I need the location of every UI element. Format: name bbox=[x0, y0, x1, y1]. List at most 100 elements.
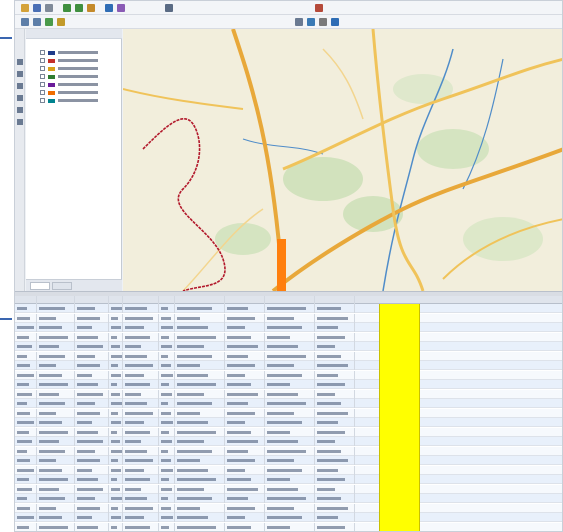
layer-item[interactable] bbox=[40, 97, 98, 104]
table-cell[interactable] bbox=[75, 342, 109, 351]
table-cell[interactable] bbox=[37, 332, 75, 342]
table-cell[interactable] bbox=[37, 304, 75, 313]
table-cell[interactable] bbox=[159, 446, 175, 456]
table-cell[interactable] bbox=[315, 494, 355, 503]
table-cell[interactable] bbox=[225, 351, 265, 361]
table-cell[interactable] bbox=[175, 522, 225, 531]
table-cell[interactable] bbox=[175, 427, 225, 437]
table-cell[interactable] bbox=[75, 361, 109, 370]
open-file-icon[interactable] bbox=[21, 4, 29, 12]
table-cell[interactable] bbox=[123, 437, 159, 446]
table-cell[interactable] bbox=[109, 456, 123, 465]
table-cell[interactable] bbox=[37, 465, 75, 475]
table-cell[interactable] bbox=[225, 332, 265, 342]
table-cell[interactable] bbox=[159, 304, 175, 313]
table-cell[interactable] bbox=[37, 446, 75, 456]
table-cell[interactable] bbox=[159, 484, 175, 494]
table-cell[interactable] bbox=[123, 475, 159, 484]
table-cell[interactable] bbox=[265, 323, 315, 332]
table-cell[interactable] bbox=[175, 456, 225, 465]
table-cell[interactable] bbox=[225, 456, 265, 465]
table-cell[interactable] bbox=[75, 513, 109, 522]
table-cell[interactable] bbox=[265, 351, 315, 361]
table-cell[interactable] bbox=[109, 484, 123, 494]
layer-item[interactable] bbox=[40, 57, 98, 64]
table-cell[interactable] bbox=[265, 389, 315, 399]
table-row[interactable] bbox=[15, 513, 562, 522]
zoom-out-icon[interactable] bbox=[75, 4, 83, 12]
table-cell[interactable] bbox=[15, 465, 37, 475]
table-cell[interactable] bbox=[175, 313, 225, 323]
table-cell[interactable] bbox=[265, 437, 315, 446]
table-cell[interactable] bbox=[75, 456, 109, 465]
table-cell[interactable] bbox=[123, 427, 159, 437]
table-cell[interactable] bbox=[75, 465, 109, 475]
table-cell[interactable] bbox=[265, 313, 315, 323]
table-cell[interactable] bbox=[123, 351, 159, 361]
table-cell[interactable] bbox=[265, 446, 315, 456]
table-cell[interactable] bbox=[123, 446, 159, 456]
table-row[interactable] bbox=[15, 370, 562, 380]
layer-panel-tab-1[interactable] bbox=[30, 282, 50, 290]
table-cell[interactable] bbox=[37, 370, 75, 380]
table-cell[interactable] bbox=[265, 418, 315, 427]
table-cell[interactable] bbox=[159, 465, 175, 475]
table-cell[interactable] bbox=[159, 361, 175, 370]
table-cell[interactable] bbox=[265, 522, 315, 531]
table-cell[interactable] bbox=[265, 380, 315, 389]
layer-item[interactable] bbox=[40, 65, 98, 72]
layer-item[interactable] bbox=[40, 89, 98, 96]
table-cell[interactable] bbox=[159, 494, 175, 503]
table-cell[interactable] bbox=[109, 418, 123, 427]
table-cell[interactable] bbox=[15, 437, 37, 446]
table-cell[interactable] bbox=[109, 351, 123, 361]
table-cell[interactable] bbox=[175, 465, 225, 475]
layer-visibility-checkbox[interactable] bbox=[40, 50, 45, 55]
table-cell[interactable] bbox=[159, 389, 175, 399]
table-cell[interactable] bbox=[109, 332, 123, 342]
column-header[interactable] bbox=[315, 296, 355, 304]
table-cell[interactable] bbox=[175, 513, 225, 522]
table-cell[interactable] bbox=[37, 389, 75, 399]
table-cell[interactable] bbox=[75, 380, 109, 389]
table-cell[interactable] bbox=[75, 427, 109, 437]
table-cell[interactable] bbox=[15, 475, 37, 484]
table-cell[interactable] bbox=[109, 342, 123, 351]
table-cell[interactable] bbox=[15, 323, 37, 332]
bookmark-tab-icon[interactable] bbox=[17, 83, 23, 89]
table-row[interactable] bbox=[15, 399, 562, 408]
table-cell[interactable] bbox=[225, 323, 265, 332]
table-cell[interactable] bbox=[175, 323, 225, 332]
table-cell[interactable] bbox=[315, 380, 355, 389]
table-cell[interactable] bbox=[75, 399, 109, 408]
settings-icon[interactable] bbox=[319, 18, 327, 26]
table-cell[interactable] bbox=[225, 342, 265, 351]
table-cell[interactable] bbox=[75, 484, 109, 494]
table-cell[interactable] bbox=[15, 399, 37, 408]
table-cell[interactable] bbox=[265, 342, 315, 351]
table-cell[interactable] bbox=[315, 484, 355, 494]
table-cell[interactable] bbox=[315, 437, 355, 446]
table-cell[interactable] bbox=[109, 427, 123, 437]
table-cell[interactable] bbox=[109, 522, 123, 531]
table-cell[interactable] bbox=[175, 351, 225, 361]
table-cell[interactable] bbox=[175, 399, 225, 408]
table-cell[interactable] bbox=[109, 475, 123, 484]
table-cell[interactable] bbox=[315, 427, 355, 437]
export-icon[interactable] bbox=[307, 18, 315, 26]
table-cell[interactable] bbox=[15, 494, 37, 503]
column-header[interactable] bbox=[109, 296, 123, 304]
table-cell[interactable] bbox=[75, 370, 109, 380]
table-cell[interactable] bbox=[123, 323, 159, 332]
table-cell[interactable] bbox=[75, 522, 109, 531]
table-cell[interactable] bbox=[123, 522, 159, 531]
table-cell[interactable] bbox=[123, 370, 159, 380]
table-cell[interactable] bbox=[315, 456, 355, 465]
table-cell[interactable] bbox=[123, 513, 159, 522]
table-cell[interactable] bbox=[15, 408, 37, 418]
layer-visibility-checkbox[interactable] bbox=[40, 74, 45, 79]
table-cell[interactable] bbox=[109, 446, 123, 456]
forward-icon[interactable] bbox=[33, 18, 41, 26]
column-header[interactable] bbox=[159, 296, 175, 304]
column-header[interactable] bbox=[225, 296, 265, 304]
